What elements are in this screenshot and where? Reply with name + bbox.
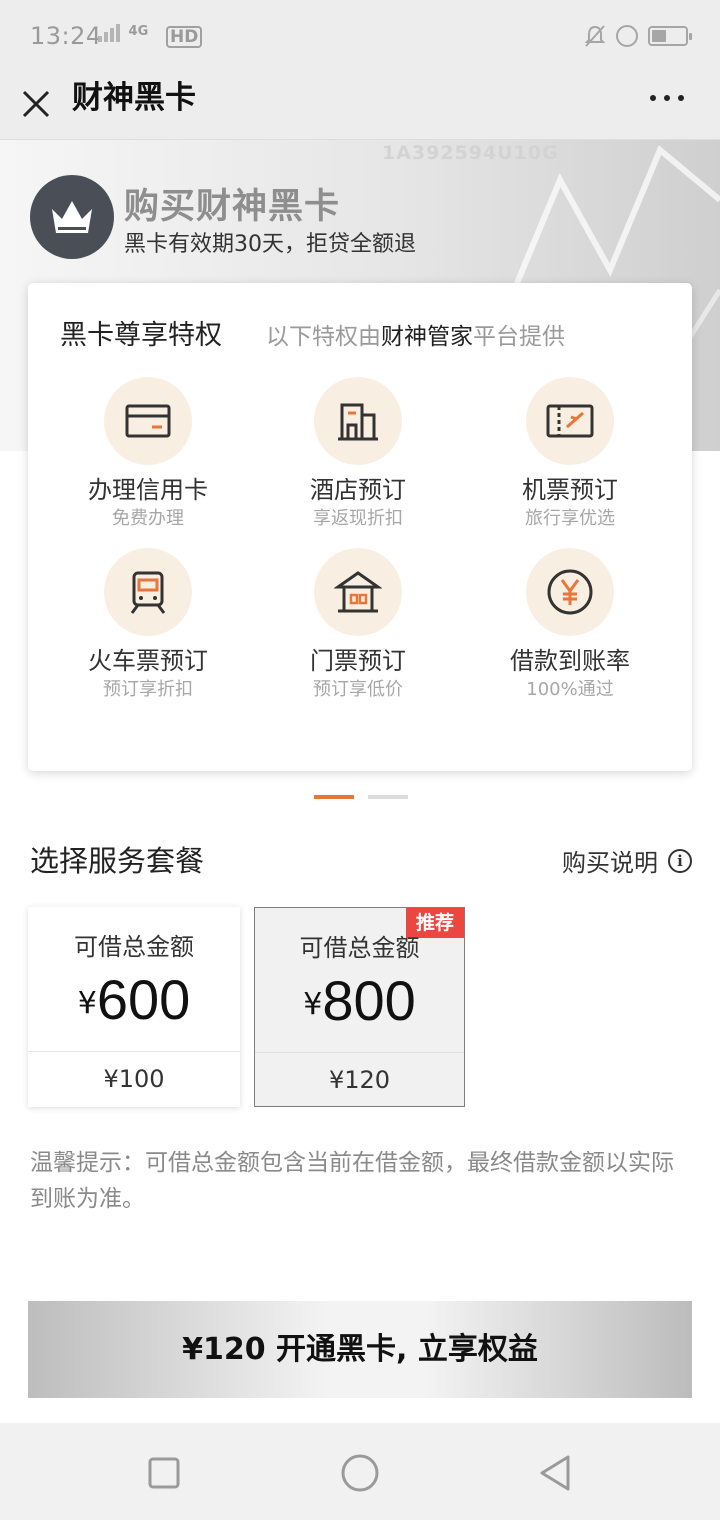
battery-icon (648, 26, 692, 46)
hero-subtitle: 黑卡有效期30天，拒贷全额退 (124, 232, 416, 257)
privilege-name: 门票预订 (310, 647, 406, 675)
navbar: 财神黑卡 (0, 76, 720, 140)
package-price: ¥120 (328, 1066, 391, 1094)
privilege-hotel[interactable]: 酒店预订 享返现折扣 (268, 377, 448, 531)
divider (28, 1051, 240, 1052)
privilege-name: 机票预订 (522, 476, 618, 504)
hotel-icon (314, 377, 402, 465)
package-option-800[interactable]: 推荐 可借总金额 ¥800 ¥120 (254, 907, 465, 1107)
privileges-note: 以下特权由财神管家平台提供 (266, 324, 565, 350)
package-price: ¥100 (103, 1065, 165, 1093)
privilege-desc: 享返现折扣 (313, 508, 403, 529)
package-option-600[interactable]: 可借总金额 ¥600 ¥100 (28, 907, 240, 1107)
more-options-icon[interactable] (650, 86, 688, 110)
info-icon: i (668, 848, 692, 873)
carousel-pager (314, 795, 408, 799)
system-nav-bar (0, 1423, 720, 1520)
privilege-desc: 免费办理 (112, 508, 184, 529)
privilege-desc: 旅行享优选 (525, 508, 615, 529)
purchase-info-link[interactable]: 购买说明 i (562, 843, 692, 878)
rotation-lock-icon (616, 25, 638, 47)
credit-card-icon (104, 377, 192, 465)
status-time: 13:24 (30, 22, 102, 50)
hd-icon: HD (166, 26, 203, 48)
signal-icon: 4G (98, 24, 148, 42)
privilege-name: 借款到账率 (510, 647, 630, 675)
network-type: 4G (128, 24, 149, 39)
bell-muted-icon (584, 25, 606, 47)
flight-ticket-icon (526, 377, 614, 465)
privileges-card: 黑卡尊享特权 以下特权由财神管家平台提供 办理信用卡 免费办理 酒店预订 享返现… (28, 283, 692, 771)
crown-icon (30, 175, 114, 259)
privilege-name: 酒店预订 (310, 476, 406, 504)
page-title: 财神黑卡 (72, 80, 196, 116)
privilege-desc: 100%通过 (526, 679, 614, 700)
package-label: 可借总金额 (299, 934, 420, 962)
privilege-ticket[interactable]: 门票预订 预订享低价 (268, 548, 448, 702)
back-icon[interactable] (536, 1453, 576, 1493)
privilege-desc: 预订享折扣 (103, 679, 193, 700)
divider (255, 1052, 464, 1053)
privilege-loan-rate[interactable]: 借款到账率 100%通过 (480, 548, 660, 702)
hero-title: 购买财神黑卡 (124, 187, 341, 227)
pavilion-icon (314, 548, 402, 636)
activate-card-button[interactable]: ¥120 开通黑卡, 立享权益 (28, 1301, 692, 1398)
privilege-name: 办理信用卡 (88, 476, 208, 504)
privilege-desc: 预订享低价 (313, 679, 403, 700)
pager-dot[interactable] (368, 795, 408, 799)
purchase-info-label: 购买说明 (562, 849, 658, 877)
home-icon[interactable] (340, 1453, 380, 1493)
pager-dot-active[interactable] (314, 795, 354, 799)
privileges-heading: 黑卡尊享特权 (60, 320, 222, 351)
privilege-train[interactable]: 火车票预订 预订享折扣 (58, 548, 238, 702)
package-section-title: 选择服务套餐 (30, 844, 205, 878)
warm-tip: 温馨提示：可借总金额包含当前在借金额，最终借款金额以实际到账为准。 (30, 1150, 674, 1212)
package-amount: ¥800 (303, 969, 416, 1032)
package-amount: ¥600 (77, 968, 191, 1031)
package-label: 可借总金额 (74, 933, 194, 961)
status-bar: 13:24 4G HD (0, 0, 720, 76)
train-icon (104, 548, 192, 636)
yen-icon (526, 548, 614, 636)
recents-icon[interactable] (144, 1453, 184, 1493)
privilege-flight[interactable]: 机票预订 旅行享优选 (480, 377, 660, 531)
close-icon[interactable] (20, 84, 52, 124)
privilege-name: 火车票预订 (88, 647, 208, 675)
privilege-credit-card[interactable]: 办理信用卡 免费办理 (58, 377, 238, 531)
